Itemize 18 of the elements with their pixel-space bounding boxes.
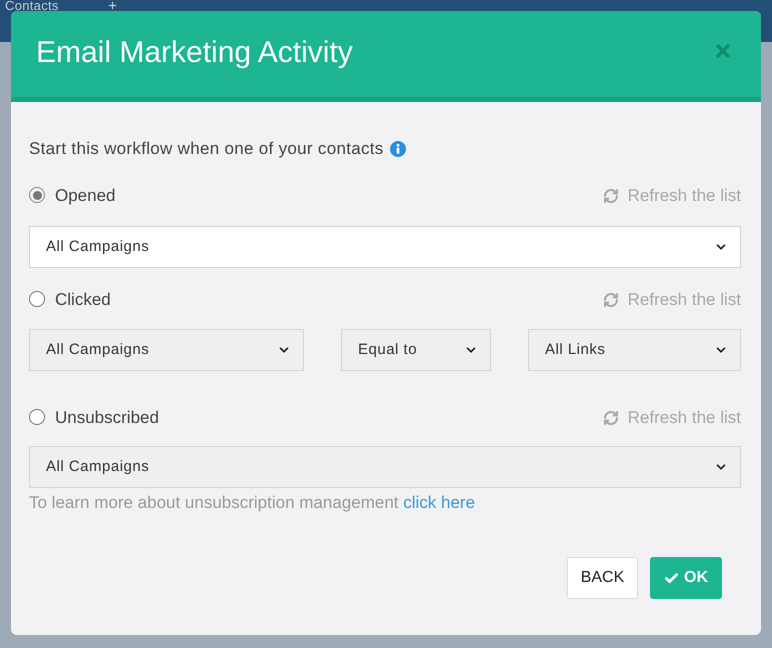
radio-button[interactable]: [29, 291, 45, 307]
radio-label[interactable]: Clicked: [55, 287, 111, 313]
refresh-icon: [602, 188, 619, 204]
info-icon[interactable]: [390, 141, 406, 157]
refresh-icon: [602, 410, 619, 426]
refresh-icon: [602, 292, 619, 308]
radio-button[interactable]: [29, 409, 45, 425]
select-field[interactable]: All Campaigns: [29, 226, 741, 268]
back-button[interactable]: BACK: [567, 557, 638, 599]
check-icon: [664, 570, 679, 586]
help-text: To learn more about unsubscription management click here: [29, 493, 476, 513]
dialog-title: Email Marketing Activity: [36, 34, 353, 70]
page-tab-title[interactable]: Contacts: [5, 0, 59, 11]
radio-label[interactable]: Unsubscribed: [55, 405, 159, 431]
plus-icon[interactable]: [106, 0, 118, 11]
radio-label[interactable]: Opened: [55, 183, 116, 209]
radio-button[interactable]: [29, 187, 45, 203]
intro-text: Start this workflow when one of your contacts: [29, 138, 384, 160]
